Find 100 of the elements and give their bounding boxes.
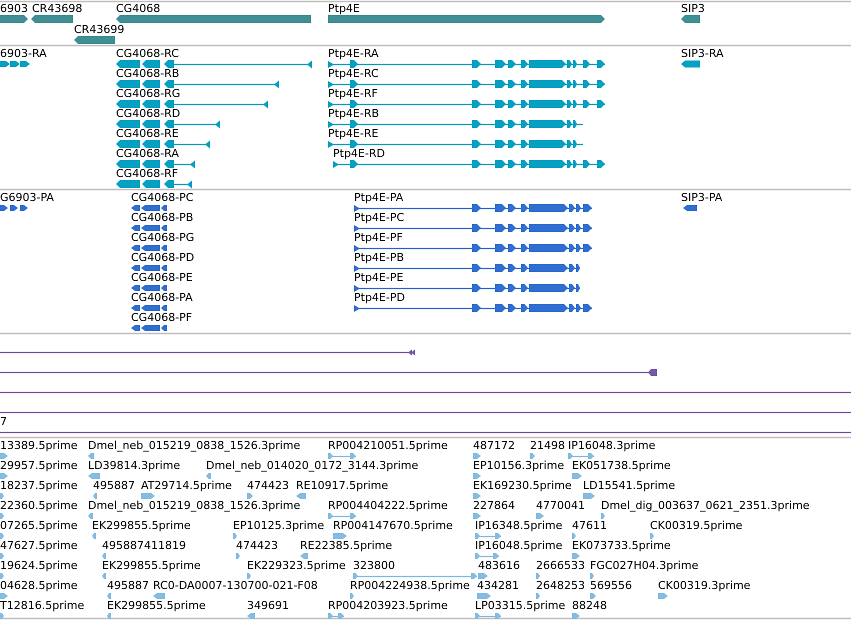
est-glyph <box>530 453 535 459</box>
feature-label: Ptp4E-PE <box>354 271 404 284</box>
est-glyph <box>233 533 237 539</box>
feature-label: 04628.5prime <box>0 579 78 592</box>
est-glyph <box>333 533 347 539</box>
protein-glyph <box>131 265 167 271</box>
feature-label: 474423 <box>236 539 278 552</box>
feature-label: 2666533 <box>536 559 585 572</box>
feature-label: CG4068-PG <box>131 231 194 244</box>
est-glyph <box>350 593 354 599</box>
est-glyph <box>0 613 4 619</box>
feature-label: 19624.5prime <box>0 559 78 572</box>
feature-label: RP004210051.5prime <box>328 439 448 452</box>
est-glyph <box>568 453 594 459</box>
feature-label: CG4068-PD <box>131 251 194 264</box>
feature-label: CG4068-PF <box>131 311 192 324</box>
feature-label: RP004147670.5prime <box>333 519 453 532</box>
feature-label: Dmel_neb_014020_0172_3144.3prime <box>206 459 418 472</box>
est-glyph <box>102 553 106 559</box>
est-glyph <box>153 593 165 599</box>
est-glyph <box>572 553 580 559</box>
feature-label: FGC027H04.3prime <box>590 559 698 572</box>
feature-label: T12816.5prime <box>0 599 84 612</box>
feature-label: SIP3 <box>681 2 705 15</box>
feature-label: EK169230.5prime <box>473 479 572 492</box>
feature-label: CG4068 <box>116 2 160 15</box>
feature-label: 6903 <box>0 2 28 15</box>
est-glyph <box>0 453 8 459</box>
feature-label: Ptp4E-PB <box>354 251 404 264</box>
est-glyph <box>590 573 594 579</box>
est-glyph <box>107 613 111 619</box>
est-glyph <box>328 453 356 459</box>
feature-label: IP16348.5prime <box>475 519 562 532</box>
feature-label: Ptp4E-PD <box>354 291 405 304</box>
est-glyph <box>572 613 580 619</box>
gene-glyph <box>74 36 115 44</box>
feature-label: 227864 <box>473 499 515 512</box>
feature-label: CG4068-PC <box>131 191 194 204</box>
est-glyph <box>107 593 111 599</box>
feature-label: EK299855.5prime <box>102 559 201 572</box>
feature-label: Ptp4E-RB <box>328 107 380 120</box>
est-glyph <box>536 513 544 519</box>
transcript-glyph <box>681 60 700 68</box>
feature-label: LD15541.5prime <box>583 479 676 492</box>
feature-label: 7 <box>0 415 7 428</box>
feature-label: G6903-PA <box>0 191 54 204</box>
est-glyph <box>92 533 96 539</box>
est-glyph <box>0 513 4 519</box>
feature-label: Ptp4E-PA <box>354 191 404 204</box>
est-glyph <box>536 593 540 599</box>
feature-label: Dmel_neb_015219_0838_1526.3prime <box>88 439 300 452</box>
est-glyph <box>650 533 654 539</box>
feature-label: RP004404222.5prime <box>328 499 448 512</box>
est-glyph <box>475 613 501 619</box>
est-glyph <box>601 513 605 519</box>
feature-label: SIP3-PA <box>681 191 722 204</box>
feature-label: Ptp4E-RE <box>328 127 378 140</box>
protein-glyph <box>131 205 167 211</box>
protein-glyph <box>131 225 167 231</box>
feature-label: Ptp4E-RD <box>333 147 385 160</box>
feature-label: 483616 <box>478 559 520 572</box>
feature-label: 47611 <box>572 519 607 532</box>
est-glyph <box>247 573 251 579</box>
est-glyph <box>300 553 308 559</box>
feature-label: 495887 <box>107 579 149 592</box>
est-glyph <box>328 613 344 619</box>
feature-label: CG4068-RA <box>116 147 179 160</box>
feature-label: CG4068-RB <box>116 67 180 80</box>
feature-label: 47627.5prime <box>0 539 78 552</box>
est-glyph <box>473 493 481 499</box>
feature-label: CG4068-RD <box>116 107 180 120</box>
feature-label: Ptp4E-RF <box>328 87 378 100</box>
gene-glyph <box>681 15 700 23</box>
est-glyph <box>0 593 8 599</box>
est-glyph <box>658 593 668 599</box>
protein-glyph <box>131 285 167 291</box>
feature-label: EK051738.5prime <box>572 459 671 472</box>
feature-label: 4770041 <box>536 499 585 512</box>
feature-label: 21498 <box>530 439 565 452</box>
feature-label: EK229323.5prime <box>247 559 346 572</box>
feature-label: 07265.5prime <box>0 519 78 532</box>
est-glyph <box>88 453 94 459</box>
est-glyph <box>572 473 582 479</box>
feature-label: RC0-DA0007-130700-021-F08 <box>153 579 318 592</box>
feature-label: 18237.5prime <box>0 479 78 492</box>
feature-label: CK00319.5prime <box>650 519 742 532</box>
feature-label: RP004203923.5prime <box>328 599 448 612</box>
feature-label: SIP3-RA <box>681 47 724 60</box>
feature-label: Ptp4E-PF <box>354 231 403 244</box>
feature-label: 495887 <box>93 479 135 492</box>
protein-glyph <box>683 205 697 211</box>
est-glyph <box>477 593 491 599</box>
protein-glyph <box>131 325 167 331</box>
protein-glyph <box>131 245 167 251</box>
feature-label: EP10125.3prime <box>233 519 324 532</box>
feature-label: 88248 <box>572 599 607 612</box>
feature-label: LP03315.5prime <box>475 599 566 612</box>
feature-label: LD39814.3prime <box>88 459 180 472</box>
est-glyph <box>583 493 595 499</box>
feature-label: 323800 <box>353 559 395 572</box>
